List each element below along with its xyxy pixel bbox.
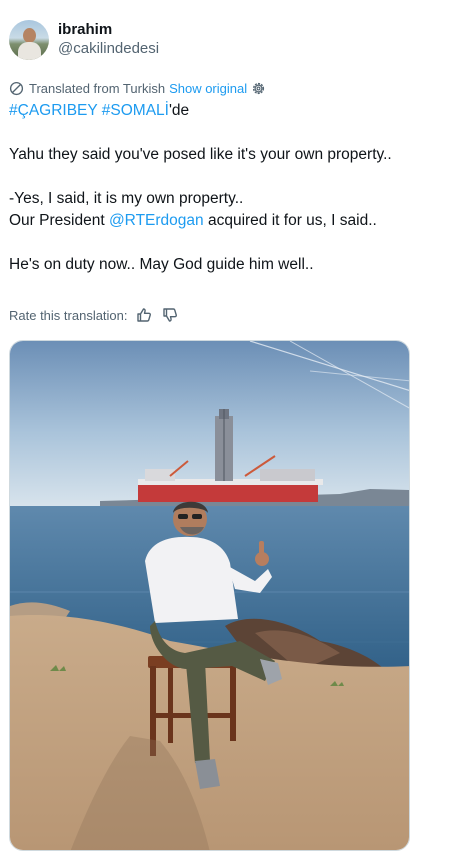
gear-icon[interactable] [251,81,266,96]
rate-label: Rate this translation: [9,307,128,323]
rate-translation: Rate this translation: [9,305,178,325]
thumbs-up-icon[interactable] [136,307,152,323]
avatar[interactable] [9,20,49,60]
text-line-3-suffix: acquired it for us, I said.. [203,212,377,229]
text-line-3: Our President @RTErdogan acquired it for… [9,210,449,232]
mention-rterdogan[interactable]: @RTErdogan [109,212,204,229]
tweet-header: ibrahim @cakilindedesi [9,20,159,60]
text-line-4: He's on duty now.. May God guide him wel… [9,256,314,273]
hashtag-line: #ÇAGRIBEY #SOMALİ'de [9,100,449,122]
tweet-photo[interactable] [9,340,410,851]
tweet: ibrahim @cakilindedesi Translated from T… [0,0,453,866]
user-names: ibrahim @cakilindedesi [58,21,159,59]
text-line-2: -Yes, I said, it is my own property.. [9,190,244,207]
hashtag-suffix: 'de [168,102,190,119]
thumbs-down-icon[interactable] [162,307,178,323]
translate-icon [9,81,24,95]
tweet-text: #ÇAGRIBEY #SOMALİ'de Yahu they said you'… [9,100,449,276]
hashtag-cagribey[interactable]: #ÇAGRIBEY [9,102,97,119]
show-original-link[interactable]: Show original [169,81,247,96]
translated-label: Translated from Turkish [29,80,166,96]
text-line-3-prefix: Our President [9,212,109,229]
photo-man-sitting-by-sea [10,341,409,850]
text-line-1: Yahu they said you've posed like it's yo… [9,146,392,163]
user-handle[interactable]: @cakilindedesi [58,39,159,59]
hashtag-somali[interactable]: #SOMALİ [102,102,169,119]
display-name[interactable]: ibrahim [58,21,159,39]
translation-notice: Translated from Turkish Show original [9,79,266,97]
